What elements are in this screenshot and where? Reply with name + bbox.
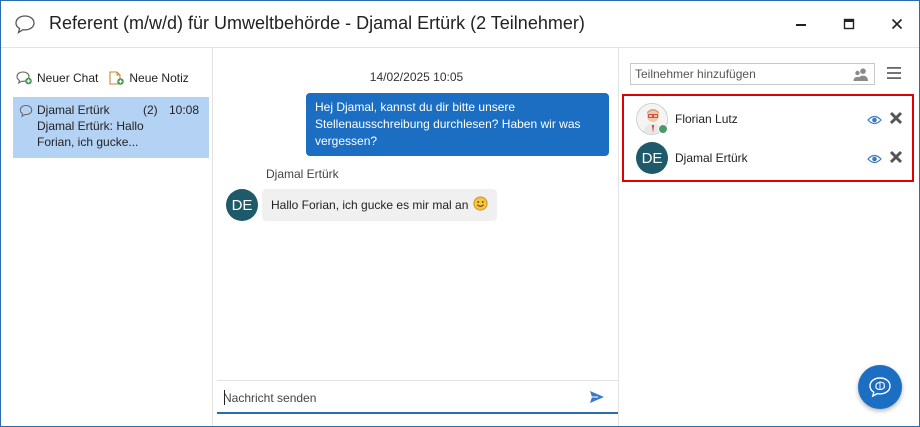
new-note-label: Neue Notiz [129,71,189,85]
chat-actions: Neuer Chat Neue Notiz [15,70,198,86]
remove-participant-icon[interactable] [889,111,903,130]
chat-bubble-icon [14,13,36,35]
add-participant-field [630,63,875,85]
message-composer [217,380,618,414]
new-chat-button[interactable]: Neuer Chat [15,70,98,86]
chat-bubble-icon [19,104,33,122]
add-person-icon[interactable] [853,67,869,87]
text-caret [224,390,225,405]
participant-name: Florian Lutz [675,112,738,126]
menu-icon[interactable] [886,66,902,85]
message-sender-name: Djamal Ertürk [266,167,339,181]
send-icon [590,391,604,403]
smiley-icon [473,196,488,214]
message-input[interactable] [223,387,573,409]
minimize-button[interactable] [786,9,816,39]
chat-item-name: Djamal Ertürk [37,103,110,117]
close-button[interactable] [882,9,912,39]
add-participant-input[interactable] [635,66,845,82]
participant-row: DE Djamal Ertürk [636,141,906,175]
close-icon [891,18,903,30]
brain-chat-icon [869,377,891,398]
outgoing-message: Hej Djamal, kannst du dir bitte unsere S… [306,93,609,156]
avatar-initials: DE [641,149,663,167]
maximize-icon [843,18,855,30]
conversation-pane: 14/02/2025 10:05 Hej Djamal, kannst du d… [214,48,619,426]
title-bar: Referent (m/w/d) für Umweltbehörde - Dja… [1,1,919,47]
chat-list-item[interactable]: Djamal Ertürk (2) 10:08 Djamal Ertürk: H… [13,97,209,158]
avatar: DE [226,189,258,221]
online-status-indicator [658,124,668,134]
window-title: Referent (m/w/d) für Umweltbehörde - Dja… [49,13,585,33]
avatar-initials: DE [231,196,253,214]
participant-list: Florian Lutz DE Djamal Ertürk [622,94,914,182]
chat-item-time: 10:08 [169,103,200,117]
participant-name: Djamal Ertürk [675,151,748,165]
minimize-icon [796,24,806,26]
new-chat-icon [16,71,32,85]
new-note-button[interactable]: Neue Notiz [107,70,189,86]
send-button[interactable] [589,390,605,409]
eye-icon[interactable] [867,113,882,131]
chat-item-preview: Djamal Ertürk: Hallo Forian, ich gucke..… [37,119,144,149]
incoming-message: Hallo Forian, ich gucke es mir mal an [262,189,498,221]
incoming-message-text: Hallo Forian, ich gucke es mir mal an [271,198,469,212]
date-separator: 14/02/2025 10:05 [369,70,464,84]
maximize-button[interactable] [834,9,864,39]
participants-pane: Florian Lutz DE Djamal Ertürk [620,48,919,426]
new-chat-label: Neuer Chat [37,71,99,85]
remove-participant-icon[interactable] [889,150,903,169]
assistant-button[interactable] [858,365,902,409]
participant-avatar: DE [636,142,668,174]
eye-icon[interactable] [867,152,882,170]
chat-list-pane: Neuer Chat Neue Notiz Djamal Ertürk (2) … [1,48,213,426]
chat-item-count: (2) [143,103,158,117]
chat-window: Referent (m/w/d) für Umweltbehörde - Dja… [0,0,920,427]
participant-row: Florian Lutz [636,102,906,136]
new-note-icon [109,71,125,85]
